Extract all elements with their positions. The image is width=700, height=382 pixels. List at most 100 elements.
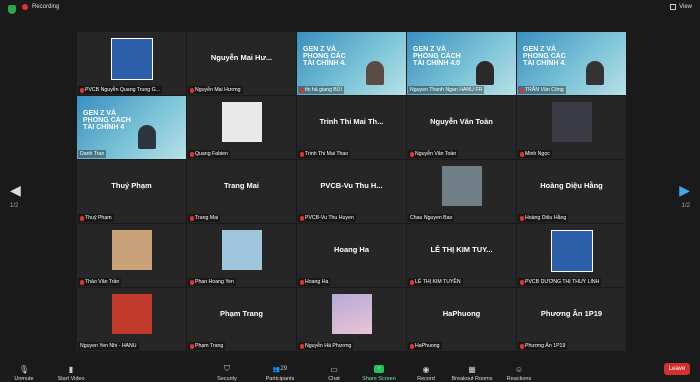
participants-button[interactable]: 👥 29 Participants xyxy=(263,356,297,382)
record-button[interactable]: ◉ Record xyxy=(414,356,438,382)
participant-tile[interactable]: PVCB Nguyễn Quang Trung G... xyxy=(77,32,186,95)
participant-name-label: Trang Mai xyxy=(188,214,221,222)
participant-tile[interactable]: LÊ THỊ KIM TUY... LÊ THỊ KIM TUYỀN xyxy=(407,224,516,287)
breakout-rooms-button[interactable]: ▦ Breakout Rooms xyxy=(448,356,496,382)
unmute-button[interactable]: 🎙 Unmute xyxy=(10,356,38,382)
participant-tile[interactable]: HaPhuong HaPhuong xyxy=(407,288,516,351)
share-screen-arrow-icon: ↑ xyxy=(374,365,384,373)
participant-name-label: Phan Hoang Yen xyxy=(188,278,236,286)
reactions-button[interactable]: ☺ Reactions xyxy=(504,356,534,382)
participant-photo xyxy=(111,230,152,270)
recording-indicator: Recording xyxy=(22,4,59,10)
view-label: View xyxy=(679,4,692,10)
slide-title: GEN Z VÀ PHONG CÁCH TÀI CHÍNH 4.0 xyxy=(413,46,461,67)
muted-mic-icon xyxy=(410,279,414,285)
start-video-label: Start Video xyxy=(57,376,85,382)
previous-page-arrow-icon[interactable]: ◀ xyxy=(10,182,21,199)
participant-display-name: Trinh Thi Mai Th... xyxy=(319,117,384,126)
share-screen-button[interactable]: ↑ Share Screen xyxy=(360,356,398,382)
participant-name-label: Nguyễn Mai Hương xyxy=(188,86,243,94)
participant-tile[interactable]: Minh Ngọc xyxy=(517,96,626,159)
meeting-toolbar: 🎙 Unmute ▮ Start Video ⛉ Security 👥 29 Pa… xyxy=(0,356,700,382)
participant-display-name: Thuý Phạm xyxy=(111,181,152,190)
participants-label: Participants xyxy=(265,376,295,382)
breakout-rooms-label: Breakout Rooms xyxy=(451,376,493,382)
participant-name-label: Phạm Trang xyxy=(188,342,226,350)
smiley-icon: ☺ xyxy=(514,364,524,374)
record-label: Record xyxy=(417,376,435,382)
participant-name-label: Nguyen Yen Nhi - HANU xyxy=(78,342,139,350)
participant-tile[interactable]: Nguyễn Hà Phương xyxy=(297,288,406,351)
participant-tile[interactable]: Nguyễn Mai Hư... Nguyễn Mai Hương xyxy=(187,32,296,95)
participant-name-label: Nguyễn Hà Phương xyxy=(298,342,354,350)
participant-tile[interactable]: Thuý Phạm Thuý Phạm xyxy=(77,160,186,223)
muted-mic-icon xyxy=(520,215,524,221)
view-button[interactable]: View xyxy=(670,4,692,10)
participant-video xyxy=(476,61,494,85)
participant-tile[interactable]: GEN Z VÀ PHONG CÁC TÀI CHÍNH 4. TRẦN Văn… xyxy=(517,32,626,95)
muted-mic-icon xyxy=(300,279,304,285)
participant-tile[interactable]: GEN Z VÀ PHONG CÁCH TÀI CHÍNH 4 Danh Tra… xyxy=(77,96,186,159)
leave-button[interactable]: Leave xyxy=(664,363,690,375)
slide-title: GEN Z VÀ PHONG CÁCH TÀI CHÍNH 4 xyxy=(83,110,131,131)
muted-mic-icon xyxy=(410,343,414,349)
participant-video xyxy=(586,61,604,85)
participant-display-name: Trang Mai xyxy=(223,181,259,190)
participant-name-label: Trinh Thi Mai Thao xyxy=(298,150,351,158)
slide-title: GEN Z VÀ PHONG CÁC TÀI CHÍNH 4. xyxy=(523,46,567,67)
participant-display-name: Nguyễn Văn Toàn xyxy=(430,117,493,126)
muted-microphone-icon: 🎙 xyxy=(18,364,30,374)
participant-tile[interactable]: Hoàng Diệu Hằng Hoàng Diệu Hằng xyxy=(517,160,626,223)
participant-tile[interactable]: Hoang Ha Hoang Ha xyxy=(297,224,406,287)
participant-display-name: LÊ THỊ KIM TUY... xyxy=(430,245,493,254)
participant-name-label: Nguyen Thanh Ngan HANU FR xyxy=(408,86,485,94)
muted-mic-icon xyxy=(410,151,414,157)
unmute-label: Unmute xyxy=(14,376,34,382)
participant-photo xyxy=(110,38,153,80)
page-indicator-right: 1/2 xyxy=(681,203,690,209)
chat-bubble-icon: ▭ xyxy=(330,364,338,374)
slide-title: GEN Z VÀ PHONG CÁC TÀI CHÍNH 4. xyxy=(303,46,347,67)
chat-button[interactable]: ▭ Chat xyxy=(324,356,344,382)
muted-mic-icon xyxy=(80,215,84,221)
participant-photo xyxy=(550,230,593,272)
participant-tile[interactable]: Nguyen Yen Nhi - HANU xyxy=(77,288,186,351)
participant-tile[interactable]: Trinh Thi Mai Th... Trinh Thi Mai Thao xyxy=(297,96,406,159)
muted-mic-icon xyxy=(520,279,524,285)
participant-tile[interactable]: Thảo Vân Trần xyxy=(77,224,186,287)
participant-tile-active-speaker[interactable]: GEN Z VÀ PHONG CÁCH TÀI CHÍNH 4.0 Nguyen… xyxy=(407,32,516,95)
participant-tile[interactable]: GEN Z VÀ PHONG CÁC TÀI CHÍNH 4. thị hà g… xyxy=(297,32,406,95)
participant-name-label: Chau Nguyen Bao xyxy=(408,214,455,222)
security-shield-icon[interactable] xyxy=(8,5,16,14)
participant-video xyxy=(138,125,156,149)
video-off-icon: ▮ xyxy=(68,364,74,374)
participant-tile[interactable]: Phương Ân 1P19 Phương Ân 1P19 xyxy=(517,288,626,351)
share-screen-label: Share Screen xyxy=(362,376,396,382)
recording-dot-icon xyxy=(22,4,28,10)
participant-name-label: PVCB DƯƠNG THỊ THUỲ LINH xyxy=(518,278,602,286)
participant-display-name: Hoàng Diệu Hằng xyxy=(540,181,603,190)
participant-tile[interactable]: Trang Mai Trang Mai xyxy=(187,160,296,223)
participant-name-label: Danh Tran xyxy=(78,150,107,158)
participants-icon: 👥 29 xyxy=(272,366,288,373)
participant-tile[interactable]: PVCB-Vu Thu H... PVCB-Vu Thu Huyen xyxy=(297,160,406,223)
next-page-arrow-icon[interactable]: ▶ xyxy=(679,182,690,199)
chat-label: Chat xyxy=(328,376,340,382)
participant-name-label: Quang Fabien xyxy=(188,150,230,158)
participant-photo xyxy=(331,294,372,334)
security-button[interactable]: ⛉ Security xyxy=(212,356,242,382)
page-indicator-left: 1/2 xyxy=(10,203,19,209)
participant-name-label: Thuý Phạm xyxy=(78,214,114,222)
start-video-button[interactable]: ▮ Start Video xyxy=(54,356,88,382)
participant-tile[interactable]: Quang Fabien xyxy=(187,96,296,159)
participant-tile[interactable]: PVCB DƯƠNG THỊ THUỲ LINH xyxy=(517,224,626,287)
participant-name-label: Minh Ngọc xyxy=(518,150,552,158)
participant-tile[interactable]: Chau Nguyen Bao xyxy=(407,160,516,223)
participant-name-label: PVCB-Vu Thu Huyen xyxy=(298,214,356,222)
participant-tile[interactable]: Phan Hoang Yen xyxy=(187,224,296,287)
muted-mic-icon xyxy=(300,215,304,221)
participant-tile[interactable]: Nguyễn Văn Toàn Nguyễn Văn Toàn xyxy=(407,96,516,159)
muted-mic-icon xyxy=(190,87,194,93)
participant-tile[interactable]: Phạm Trang Phạm Trang xyxy=(187,288,296,351)
muted-mic-icon xyxy=(300,343,304,349)
